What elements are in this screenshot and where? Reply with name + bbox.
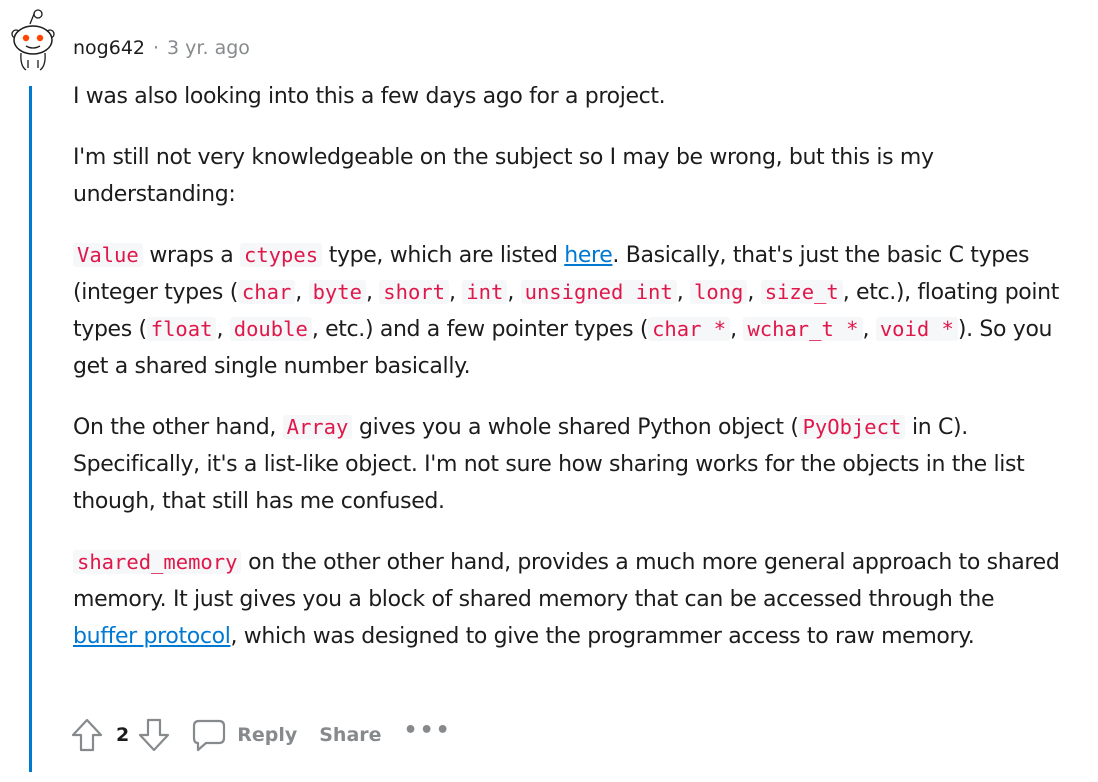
comment-header: nog642 · 3 yr. ago	[73, 36, 250, 60]
separator-text: ,	[730, 317, 744, 342]
separator-text: ,	[507, 280, 521, 305]
paragraph-4: On the other hand, Array gives you a who…	[73, 409, 1063, 520]
thread-line[interactable]	[29, 86, 32, 772]
paragraph-5: shared_memory on the other other hand, p…	[73, 544, 1063, 655]
inline-code-char-ptr: char *	[648, 317, 731, 341]
inline-code-value: Value	[73, 243, 143, 267]
paragraph-2: I'm still not very knowledgeable on the …	[73, 145, 934, 207]
reply-label: Reply	[237, 724, 298, 746]
separator-text: ,	[862, 317, 876, 342]
inline-code-int: int	[462, 280, 508, 304]
upvote-icon[interactable]	[70, 717, 104, 753]
inline-code-unsigned-int: unsigned int	[520, 280, 677, 304]
inline-code-double: double	[229, 317, 312, 341]
reply-button[interactable]: Reply	[191, 717, 297, 753]
text: type, which are listed	[322, 243, 565, 268]
username[interactable]: nog642	[73, 37, 145, 59]
inline-code-shared-memory: shared_memory	[73, 550, 242, 574]
separator-text: ,	[676, 280, 691, 305]
inline-code-wchar-ptr: wchar_t *	[743, 317, 863, 341]
separator-text: ,	[216, 317, 230, 342]
inline-code-size-t: size_t	[760, 280, 843, 304]
more-options-button[interactable]: •••	[404, 718, 452, 743]
inline-code-pyobject: PyObject	[798, 415, 906, 439]
inline-code-long: long	[690, 280, 748, 304]
timestamp[interactable]: 3 yr. ago	[167, 37, 250, 59]
link-buffer-protocol[interactable]: buffer protocol	[73, 624, 231, 649]
text: , etc.) and a few pointer types (	[311, 317, 649, 342]
text: On the other hand,	[73, 415, 283, 440]
comment-bubble-icon	[191, 717, 227, 753]
downvote-icon[interactable]	[137, 717, 171, 753]
inline-code-void-ptr: void *	[875, 317, 958, 341]
comment-body: I was also looking into this a few days …	[73, 78, 1063, 679]
inline-code-array: Array	[282, 415, 353, 439]
link-here[interactable]: here	[564, 243, 613, 268]
text: , which was designed to give the program…	[230, 624, 975, 649]
separator-text: ,	[747, 280, 761, 305]
inline-code-short: short	[379, 280, 449, 304]
separator-text: ,	[295, 280, 309, 305]
inline-code-ctypes: ctypes	[239, 243, 323, 267]
inline-code-byte: byte	[308, 280, 366, 304]
vote-score: 2	[116, 724, 130, 746]
snoo-avatar-icon[interactable]	[6, 8, 58, 72]
inline-code-char: char	[237, 280, 296, 304]
share-button[interactable]: Share	[319, 724, 381, 746]
paragraph-1: I was also looking into this a few days …	[73, 84, 666, 109]
separator-text: ,	[448, 280, 463, 305]
separator-dot: ·	[153, 37, 160, 59]
inline-code-float: float	[146, 317, 217, 341]
text: gives you a whole shared Python object (	[352, 415, 799, 440]
separator-text: ,	[365, 280, 380, 305]
paragraph-3: Value wraps a ctypes type, which are lis…	[73, 237, 1063, 385]
text: wraps a	[142, 243, 240, 268]
comment-actions: 2 Reply Share •••	[70, 716, 452, 754]
